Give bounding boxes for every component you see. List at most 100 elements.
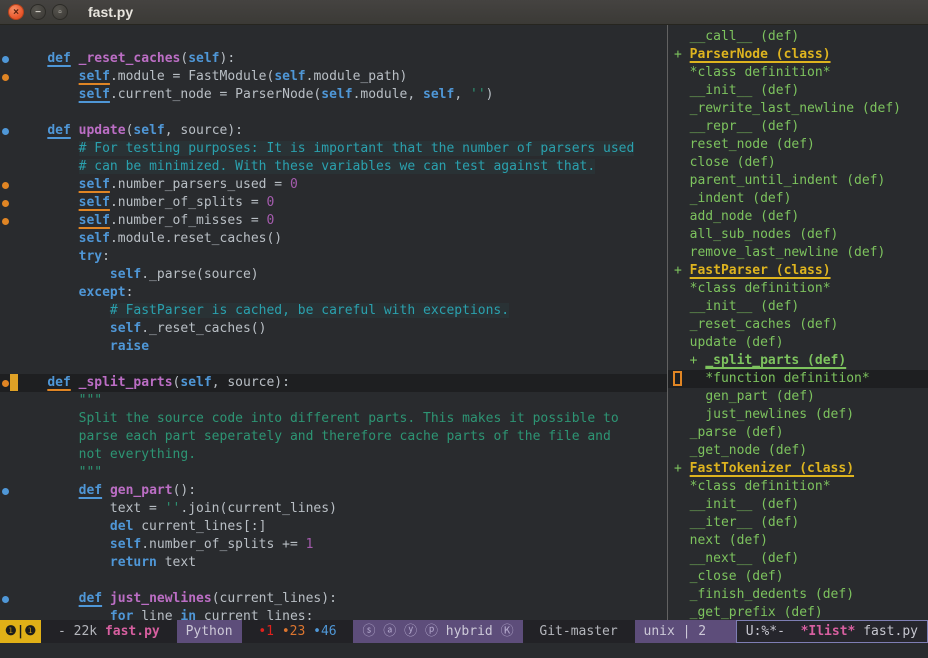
- imenu-entry[interactable]: __init__ (def): [668, 82, 928, 100]
- imenu-entry[interactable]: gen_part (def): [668, 388, 928, 406]
- code-line[interactable]: Split the source code into different par…: [0, 410, 667, 428]
- emacs-window: × − ▫ fast.py def _reset_caches(self): s…: [0, 0, 928, 658]
- imenu-entry[interactable]: __next__ (def): [668, 550, 928, 568]
- imenu-entry[interactable]: __iter__ (def): [668, 514, 928, 532]
- imenu-entry[interactable]: *function definition*: [668, 370, 928, 388]
- minimize-button[interactable]: −: [30, 4, 46, 20]
- imenu-entry-label: __repr__ (def): [690, 119, 800, 134]
- code-line[interactable]: def _split_parts(self, source):: [0, 374, 667, 392]
- code-line[interactable]: self.number_of_misses = 0: [0, 212, 667, 230]
- code-line[interactable]: self.module.reset_caches(): [0, 230, 667, 248]
- imenu-entry[interactable]: just_newlines (def): [668, 406, 928, 424]
- code-line[interactable]: """: [0, 392, 667, 410]
- code-line[interactable]: self.number_parsers_used = 0: [0, 176, 667, 194]
- imenu-entry[interactable]: *class definition*: [668, 280, 928, 298]
- code-line[interactable]: self.current_node = ParserNode(self.modu…: [0, 86, 667, 104]
- code-line[interactable]: self._parse(source): [0, 266, 667, 284]
- imenu-entry[interactable]: add_node (def): [668, 208, 928, 226]
- imenu-entry-label: close (def): [690, 155, 776, 170]
- code-line[interactable]: parse each part seperately and therefore…: [0, 428, 667, 446]
- imenu-entry[interactable]: close (def): [668, 154, 928, 172]
- imenu-entry[interactable]: _get_prefix (def): [668, 604, 928, 620]
- imenu-entry-label: __init__ (def): [690, 497, 800, 512]
- imenu-entry[interactable]: remove_last_newline (def): [668, 244, 928, 262]
- major-mode[interactable]: Python: [177, 620, 242, 643]
- code-line[interactable]: raise: [0, 338, 667, 356]
- imenu-entry[interactable]: next (def): [668, 532, 928, 550]
- code-line[interactable]: self.number_of_splits = 0: [0, 194, 667, 212]
- flycheck-counts[interactable]: •1 •23 •46: [242, 620, 354, 643]
- code-text: self.number_parsers_used = 0: [16, 176, 298, 194]
- code-line[interactable]: self.module = FastModule(self.module_pat…: [0, 68, 667, 86]
- imenu-entry-label: _finish_dedents (def): [690, 587, 854, 602]
- version-control[interactable]: Git-master: [523, 620, 635, 643]
- fringe: [0, 446, 16, 464]
- code-line[interactable]: [0, 356, 667, 374]
- imenu-entry[interactable]: __call__ (def): [668, 28, 928, 46]
- imenu-entry[interactable]: + FastParser (class): [668, 262, 928, 280]
- code-line[interactable]: """: [0, 464, 667, 482]
- fringe: [0, 572, 16, 590]
- fringe: [0, 464, 16, 482]
- imenu-entry-label: *class definition*: [690, 479, 831, 494]
- code-line[interactable]: return text: [0, 554, 667, 572]
- imenu-entry[interactable]: _indent (def): [668, 190, 928, 208]
- titlebar[interactable]: × − ▫ fast.py: [0, 0, 928, 25]
- imenu-entry[interactable]: + _split_parts (def): [668, 352, 928, 370]
- imenu-entry[interactable]: _rewrite_last_newline (def): [668, 100, 928, 118]
- imenu-entry[interactable]: *class definition*: [668, 64, 928, 82]
- ilist-modeline[interactable]: U:%*- *Ilist* fast.py: [736, 620, 928, 643]
- code-line[interactable]: self._reset_caches(): [0, 320, 667, 338]
- encoding-position[interactable]: unix | 2: [635, 620, 736, 643]
- imenu-entry[interactable]: _close (def): [668, 568, 928, 586]
- code-line[interactable]: # For testing purposes: It is important …: [0, 140, 667, 158]
- encoding-position-text: unix | 2: [644, 624, 707, 639]
- imenu-sidebar[interactable]: __call__ (def)+ ParserNode (class) *clas…: [668, 25, 928, 620]
- maximize-button[interactable]: ▫: [52, 4, 68, 20]
- imenu-entry-label: reset_node (def): [690, 137, 815, 152]
- code-line[interactable]: def just_newlines(current_lines):: [0, 590, 667, 608]
- minor-modes[interactable]: ⓢ ⓐ ⓨ ⓟ hybrid Ⓚ: [353, 620, 522, 643]
- imenu-entry[interactable]: update (def): [668, 334, 928, 352]
- code-line[interactable]: # can be minimized. With these variables…: [0, 158, 667, 176]
- imenu-entry-prefix: [674, 101, 690, 116]
- buffer-info[interactable]: - 22k fast.py: [41, 620, 176, 643]
- code-line[interactable]: def _reset_caches(self):: [0, 50, 667, 68]
- imenu-entry[interactable]: *class definition*: [668, 478, 928, 496]
- code-line[interactable]: def gen_part():: [0, 482, 667, 500]
- code-text: Split the source code into different par…: [16, 410, 619, 428]
- code-line[interactable]: except:: [0, 284, 667, 302]
- code-line[interactable]: def update(self, source):: [0, 122, 667, 140]
- imenu-entry[interactable]: reset_node (def): [668, 136, 928, 154]
- imenu-entry-prefix: [674, 65, 690, 80]
- imenu-entry[interactable]: all_sub_nodes (def): [668, 226, 928, 244]
- code-line[interactable]: [0, 572, 667, 590]
- code-line[interactable]: [0, 32, 667, 50]
- echo-area[interactable]: [0, 643, 928, 658]
- imenu-entry[interactable]: __repr__ (def): [668, 118, 928, 136]
- code-line[interactable]: not everything.: [0, 446, 667, 464]
- window-number-indicator[interactable]: ❶|❶: [0, 620, 41, 643]
- imenu-entry[interactable]: _get_node (def): [668, 442, 928, 460]
- code-line[interactable]: for line in current_lines:: [0, 608, 667, 620]
- code-line[interactable]: del current_lines[:]: [0, 518, 667, 536]
- imenu-entry[interactable]: _finish_dedents (def): [668, 586, 928, 604]
- imenu-entry[interactable]: __init__ (def): [668, 496, 928, 514]
- imenu-entry[interactable]: __init__ (def): [668, 298, 928, 316]
- flycheck-info-dot-icon: [0, 122, 16, 140]
- imenu-entry[interactable]: + ParserNode (class): [668, 46, 928, 64]
- imenu-entry-prefix: [674, 209, 690, 224]
- code-line[interactable]: # FastParser is cached, be careful with …: [0, 302, 667, 320]
- imenu-entry[interactable]: _parse (def): [668, 424, 928, 442]
- code-line[interactable]: self.number_of_splits += 1: [0, 536, 667, 554]
- code-line[interactable]: text = ''.join(current_lines): [0, 500, 667, 518]
- code-text: """: [16, 392, 102, 410]
- code-line[interactable]: try:: [0, 248, 667, 266]
- close-button[interactable]: ×: [8, 4, 24, 20]
- imenu-entry[interactable]: _reset_caches (def): [668, 316, 928, 334]
- code-line[interactable]: [0, 104, 667, 122]
- editor-pane[interactable]: def _reset_caches(self): self.module = F…: [0, 25, 667, 620]
- imenu-entry[interactable]: + FastTokenizer (class): [668, 460, 928, 478]
- imenu-entry[interactable]: parent_until_indent (def): [668, 172, 928, 190]
- imenu-entry-label: *class definition*: [690, 281, 831, 296]
